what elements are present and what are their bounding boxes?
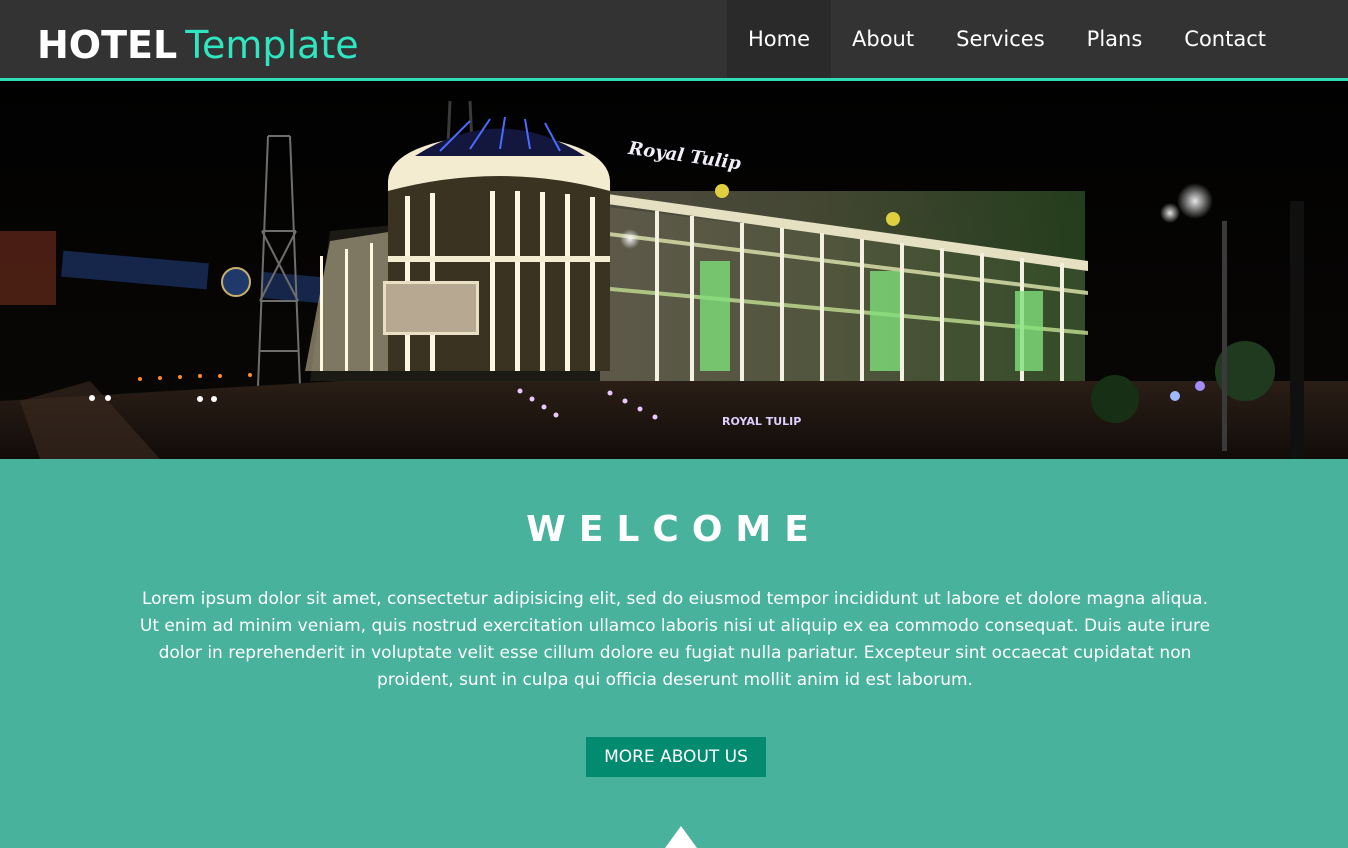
welcome-heading: WELCOME	[526, 509, 822, 550]
nav-services[interactable]: Services	[935, 0, 1066, 78]
logo-brand: HOTEL	[37, 23, 178, 67]
logo-accent: Template	[185, 23, 359, 67]
hotel-ground-sign: ROYAL TULIP	[722, 415, 801, 428]
hero-banner-image: Royal Tulip ROYAL TULIP	[0, 81, 1348, 459]
section-pointer-arrow	[665, 826, 697, 848]
welcome-section: WELCOME Lorem ipsum dolor sit amet, cons…	[0, 459, 1348, 848]
more-about-us-button[interactable]: MORE ABOUT US	[586, 737, 766, 777]
welcome-paragraph: Lorem ipsum dolor sit amet, consectetur …	[139, 589, 1211, 690]
site-header: HOTEL Template Home About Services Plans …	[0, 0, 1348, 81]
hotel-night-photo: Royal Tulip ROYAL TULIP	[0, 81, 1348, 459]
nav-about[interactable]: About	[831, 0, 935, 78]
site-logo[interactable]: HOTEL Template	[37, 20, 359, 70]
nav-plans[interactable]: Plans	[1066, 0, 1164, 78]
main-nav: Home About Services Plans Contact	[727, 0, 1287, 78]
nav-home[interactable]: Home	[727, 0, 832, 78]
nav-contact[interactable]: Contact	[1163, 0, 1287, 78]
